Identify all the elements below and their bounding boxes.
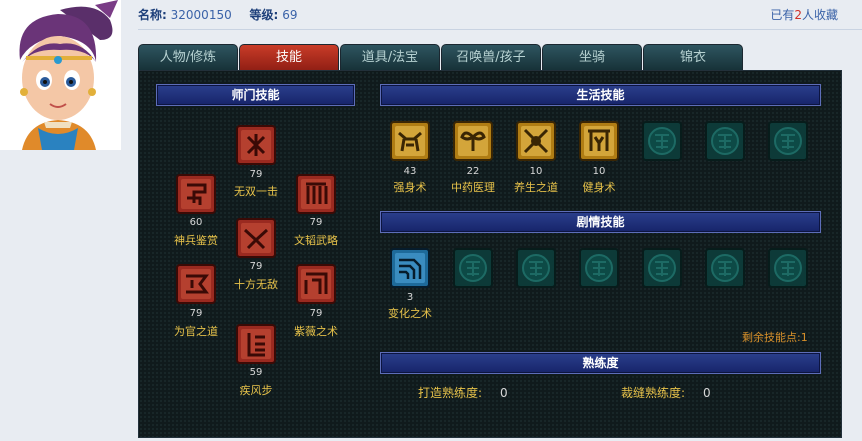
tab-character[interactable]: 人物/修炼	[138, 44, 238, 70]
empty-skill-slot	[768, 248, 808, 288]
skill-level: 22	[466, 166, 480, 177]
tailor-proficiency: 裁缝熟练度: 0	[621, 384, 711, 401]
skill-name: 文韬武略	[294, 234, 338, 247]
skills-panel: 师门技能 生活技能 剧情技能 熟练度 79 无双一击 60 神兵鉴赏 79 文韬…	[138, 70, 842, 438]
skill-level: 59	[249, 367, 263, 378]
favorite-suffix: 人收藏	[801, 8, 838, 22]
remaining-skill-points: 剩余技能点:1	[742, 331, 808, 344]
skill-name: 为官之道	[174, 325, 218, 338]
forge-proficiency-value: 0	[500, 386, 508, 400]
empty-skill-slot	[768, 121, 808, 161]
empty-slot-icon	[642, 121, 682, 161]
skill-level: 79	[249, 261, 263, 272]
empty-skill-slot	[579, 248, 619, 288]
skill-level: 3	[406, 292, 414, 303]
empty-slot-icon	[516, 248, 556, 288]
empty-skill-slot	[642, 121, 682, 161]
skill-level: 79	[309, 308, 323, 319]
forge-proficiency: 打造熟练度: 0	[418, 384, 508, 401]
empty-slot-icon	[705, 248, 745, 288]
forge-proficiency-label: 打造熟练度:	[418, 386, 483, 400]
character-avatar	[0, 0, 121, 150]
empty-slot-icon	[768, 121, 808, 161]
school-skill-slot[interactable]	[236, 218, 276, 258]
skill-wentao-icon	[296, 174, 336, 214]
story-skill-slot[interactable]	[390, 248, 430, 288]
skill-shenbing-icon	[176, 174, 216, 214]
skill-level: 10	[529, 166, 543, 177]
school-skill-slot[interactable]	[176, 174, 216, 214]
tab-pets[interactable]: 召唤兽/孩子	[441, 44, 541, 70]
tab-outfits[interactable]: 锦衣	[643, 44, 743, 70]
school-skill-slot[interactable]	[296, 264, 336, 304]
school-skill-slot[interactable]	[296, 174, 336, 214]
story-skills-header: 剧情技能	[380, 211, 821, 233]
empty-skill-slot	[516, 248, 556, 288]
name-value: 32000150	[170, 8, 232, 22]
skill-jifeng-icon	[236, 324, 276, 364]
empty-slot-icon	[705, 121, 745, 161]
skill-level: 60	[189, 217, 203, 228]
skill-name: 变化之术	[388, 307, 432, 320]
empty-skill-slot	[705, 248, 745, 288]
tailor-proficiency-label: 裁缝熟练度:	[621, 386, 686, 400]
life-skills-header: 生活技能	[380, 84, 821, 106]
skill-name: 健身术	[582, 181, 616, 194]
school-skill-slot[interactable]	[176, 264, 216, 304]
skill-name: 十方无敌	[234, 278, 278, 291]
skill-shifang-icon	[236, 218, 276, 258]
tab-mounts[interactable]: 坐骑	[542, 44, 642, 70]
life-skill-slot[interactable]	[579, 121, 619, 161]
skill-name: 疾风步	[239, 384, 273, 397]
proficiency-header: 熟练度	[380, 352, 821, 374]
skill-ziwei-icon	[296, 264, 336, 304]
skill-level: 79	[249, 169, 263, 180]
skill-wushuang-icon	[236, 125, 276, 165]
school-skill-slot[interactable]	[236, 125, 276, 165]
life-skill-slot[interactable]	[516, 121, 556, 161]
header-divider	[138, 29, 862, 30]
skill-qiangshen-icon	[390, 121, 430, 161]
tab-skills[interactable]: 技能	[239, 44, 339, 71]
character-portrait-image	[0, 0, 121, 150]
empty-slot-icon	[579, 248, 619, 288]
tailor-proficiency-value: 0	[703, 386, 711, 400]
empty-slot-icon	[642, 248, 682, 288]
empty-skill-slot	[642, 248, 682, 288]
favorite-number: 2	[794, 8, 802, 22]
skill-yangsheng-icon	[516, 121, 556, 161]
skill-level: 43	[403, 166, 417, 177]
empty-slot-icon	[768, 248, 808, 288]
skill-name: 紫薇之术	[294, 325, 338, 338]
level-value: 69	[282, 8, 298, 22]
level-label: 等级:	[249, 8, 279, 22]
skill-level: 79	[189, 308, 203, 319]
tab-items[interactable]: 道具/法宝	[340, 44, 440, 70]
skill-weiguan-icon	[176, 264, 216, 304]
favorite-prefix: 已有	[770, 8, 795, 22]
character-header: 名称: 32000150 等级: 69 已有2人收藏	[138, 0, 862, 30]
skill-level: 10	[592, 166, 606, 177]
name-label: 名称:	[138, 8, 167, 22]
skill-zhongyao-icon	[453, 121, 493, 161]
empty-skill-slot	[705, 121, 745, 161]
empty-slot-icon	[453, 248, 493, 288]
school-skill-slot[interactable]	[236, 324, 276, 364]
empty-skill-slot	[453, 248, 493, 288]
favorite-count: 已有2人收藏	[770, 6, 838, 23]
life-skill-slot[interactable]	[453, 121, 493, 161]
school-skills-header: 师门技能	[156, 84, 355, 106]
skill-level: 79	[309, 217, 323, 228]
character-info: 名称: 32000150 等级: 69	[138, 6, 311, 23]
skill-name: 无双一击	[234, 185, 278, 198]
skill-name: 神兵鉴赏	[174, 234, 218, 247]
life-skill-slot[interactable]	[390, 121, 430, 161]
skill-bianhua-icon	[390, 248, 430, 288]
skill-jianshen-icon	[579, 121, 619, 161]
